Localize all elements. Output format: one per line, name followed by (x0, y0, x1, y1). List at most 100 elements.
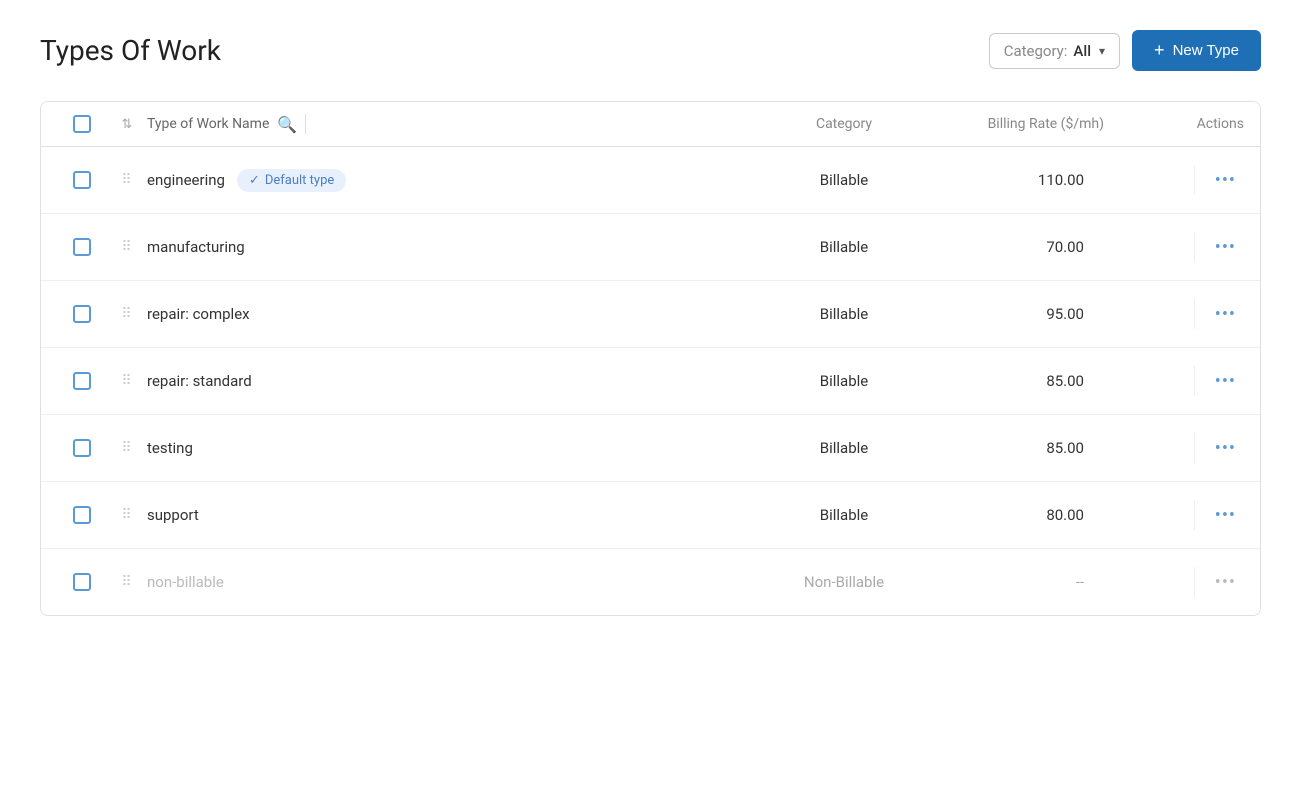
select-all-checkbox[interactable] (73, 115, 91, 133)
header-controls: Category: All ▾ + New Type (989, 30, 1261, 71)
row-name: manufacturing (147, 238, 245, 256)
drag-handle-icon[interactable]: ⠿ (121, 440, 132, 456)
row-billing-rate: -- (1076, 573, 1104, 591)
row-checkbox[interactable] (73, 238, 91, 256)
new-type-button-label: New Type (1173, 42, 1239, 59)
row-actions: ••• (1124, 433, 1244, 463)
more-actions-button[interactable]: ••• (1207, 233, 1244, 262)
row-checkbox-col (57, 506, 107, 524)
row-category-col: Billable (764, 372, 924, 390)
table-row: ⠿ support Billable 80.00 ••• (41, 482, 1260, 549)
row-category-col: Billable (764, 439, 924, 457)
more-actions-button[interactable]: ••• (1207, 300, 1244, 329)
category-filter-value: All (1073, 42, 1091, 60)
row-checkbox-col (57, 573, 107, 591)
column-divider (305, 114, 306, 134)
row-checkbox[interactable] (73, 506, 91, 524)
row-checkbox[interactable] (73, 573, 91, 591)
row-billing-col: 80.00 (924, 506, 1124, 524)
row-category: Billable (820, 439, 868, 457)
types-of-work-table: ⇅ Type of Work Name 🔍 Category Billing R… (40, 101, 1261, 616)
row-billing-rate: 70.00 (1046, 238, 1104, 256)
row-checkbox-col (57, 372, 107, 390)
row-actions: ••• (1124, 500, 1244, 530)
drag-handle-col: ⠿ (107, 172, 147, 188)
plus-icon: + (1154, 40, 1165, 61)
row-category: Billable (820, 372, 868, 390)
drag-handle-icon[interactable]: ⠿ (121, 306, 132, 322)
drag-handle-icon[interactable]: ⠿ (121, 172, 132, 188)
sort-icon[interactable]: ⇅ (122, 117, 133, 132)
action-divider (1194, 433, 1195, 463)
row-category: Billable (820, 238, 868, 256)
row-checkbox[interactable] (73, 439, 91, 457)
drag-handle-icon[interactable]: ⠿ (121, 507, 132, 523)
row-name: testing (147, 439, 193, 457)
row-checkbox[interactable] (73, 305, 91, 323)
action-divider (1194, 567, 1195, 597)
table-header: ⇅ Type of Work Name 🔍 Category Billing R… (41, 102, 1260, 147)
row-actions: ••• (1124, 165, 1244, 195)
action-divider (1194, 500, 1195, 530)
row-name: engineering ✓ Default type (147, 169, 346, 192)
row-checkbox[interactable] (73, 171, 91, 189)
row-checkbox-col (57, 305, 107, 323)
action-divider (1194, 299, 1195, 329)
billing-column-header: Billing Rate ($/mh) (924, 116, 1124, 132)
drag-handle-col: ⠿ (107, 239, 147, 255)
row-checkbox[interactable] (73, 372, 91, 390)
drag-handle-col: ⠿ (107, 507, 147, 523)
table-row: ⠿ testing Billable 85.00 ••• (41, 415, 1260, 482)
table-body: ⠿ engineering ✓ Default type Billable 11… (41, 147, 1260, 615)
drag-handle-col: ⠿ (107, 574, 147, 590)
search-icon[interactable]: 🔍 (277, 115, 297, 134)
row-name-col: non-billable (147, 573, 764, 591)
new-type-button[interactable]: + New Type (1132, 30, 1261, 71)
actions-column-label: Actions (1197, 116, 1244, 132)
row-actions: ••• (1124, 232, 1244, 262)
drag-handle-icon[interactable]: ⠿ (121, 239, 132, 255)
more-actions-button[interactable]: ••• (1207, 434, 1244, 463)
name-column-label: Type of Work Name (147, 116, 269, 132)
row-category-col: Non-Billable (764, 573, 924, 591)
select-all-checkbox-col (57, 115, 107, 133)
row-billing-rate: 85.00 (1046, 372, 1104, 390)
row-name: repair: standard (147, 372, 252, 390)
category-filter-label: Category: (1004, 42, 1068, 60)
more-actions-button[interactable]: ••• (1207, 568, 1244, 597)
drag-handle-icon[interactable]: ⠿ (121, 574, 132, 590)
category-column-header: Category (764, 116, 924, 132)
actions-column-header: Actions (1124, 116, 1244, 132)
more-actions-button[interactable]: ••• (1207, 501, 1244, 530)
table-row: ⠿ manufacturing Billable 70.00 ••• (41, 214, 1260, 281)
row-category: Billable (820, 305, 868, 323)
row-billing-col: 70.00 (924, 238, 1124, 256)
row-name-col: repair: standard (147, 372, 764, 390)
row-name-col: testing (147, 439, 764, 457)
more-actions-button[interactable]: ••• (1207, 166, 1244, 195)
table-row: ⠿ repair: standard Billable 85.00 ••• (41, 348, 1260, 415)
default-badge-label: Default type (265, 173, 334, 188)
row-category-col: Billable (764, 171, 924, 189)
row-actions: ••• (1124, 567, 1244, 597)
row-name-col: repair: complex (147, 305, 764, 323)
category-column-label: Category (816, 116, 872, 132)
table-row: ⠿ non-billable Non-Billable -- ••• (41, 549, 1260, 615)
row-billing-rate: 85.00 (1046, 439, 1104, 457)
page-title: Types Of Work (40, 34, 221, 67)
category-filter-dropdown[interactable]: Category: All ▾ (989, 33, 1120, 69)
row-actions-col: ••• (1124, 433, 1244, 463)
row-billing-col: -- (924, 573, 1124, 591)
row-actions-col: ••• (1124, 299, 1244, 329)
row-actions-col: ••• (1124, 366, 1244, 396)
drag-handle-icon[interactable]: ⠿ (121, 373, 132, 389)
row-checkbox-col (57, 238, 107, 256)
more-actions-button[interactable]: ••• (1207, 367, 1244, 396)
row-category-col: Billable (764, 506, 924, 524)
row-actions-col: ••• (1124, 165, 1244, 195)
row-billing-rate: 95.00 (1046, 305, 1104, 323)
drag-handle-col: ⠿ (107, 306, 147, 322)
row-category-col: Billable (764, 238, 924, 256)
action-divider (1194, 366, 1195, 396)
row-category-col: Billable (764, 305, 924, 323)
